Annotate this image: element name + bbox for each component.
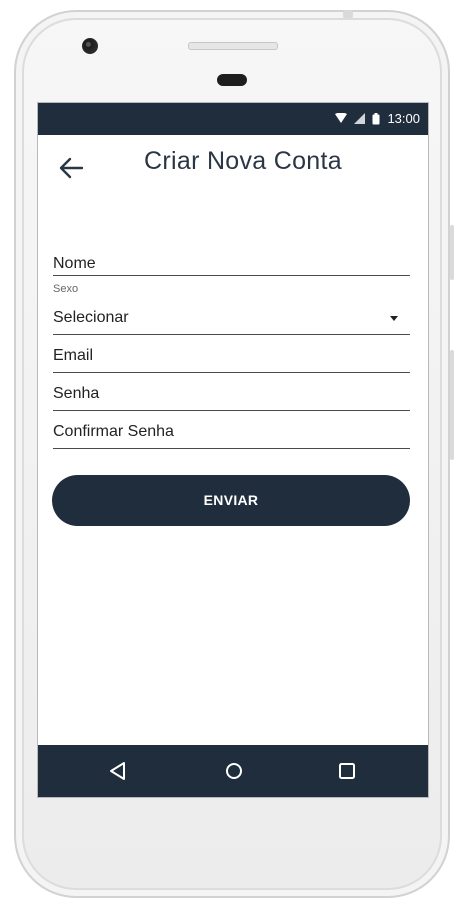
navigation-bar [38, 745, 428, 797]
earpiece-speaker [188, 42, 278, 50]
email-field-placeholder: Email [53, 347, 94, 364]
volume-button [450, 350, 454, 460]
app-bar: Criar Nova Conta [38, 135, 428, 195]
recents-nav-icon[interactable] [335, 759, 359, 783]
status-icons: 13:00 [335, 111, 420, 126]
name-field[interactable]: Nome [53, 249, 410, 276]
top-notch [343, 10, 353, 18]
confirm-password-field[interactable]: Confirmar Senha [53, 419, 410, 449]
name-field-placeholder: Nome [53, 255, 96, 272]
status-bar: 13:00 [38, 103, 428, 135]
confirm-password-field-placeholder: Confirmar Senha [53, 423, 174, 440]
sex-select-value: Selecionar [53, 309, 129, 326]
wifi-icon [335, 113, 348, 123]
front-camera [82, 38, 98, 54]
password-field[interactable]: Senha [53, 381, 410, 411]
signal-icon [354, 113, 366, 124]
home-nav-icon[interactable] [222, 759, 246, 783]
sex-select[interactable]: Selecionar [53, 303, 410, 335]
proximity-sensor [217, 74, 247, 86]
page-title: Criar Nova Conta [144, 147, 342, 175]
sex-label: Sexo [53, 283, 79, 295]
password-field-placeholder: Senha [53, 385, 100, 402]
power-button [450, 225, 454, 280]
dropdown-caret-icon [390, 316, 398, 321]
back-nav-icon[interactable] [106, 759, 130, 783]
submit-button[interactable]: ENVIAR [52, 475, 410, 526]
battery-icon [372, 112, 380, 124]
app-screen: 13:00 Criar Nova Conta Nome Sexo Selecio… [37, 102, 429, 798]
status-time: 13:00 [387, 111, 420, 126]
email-field[interactable]: Email [53, 343, 410, 373]
